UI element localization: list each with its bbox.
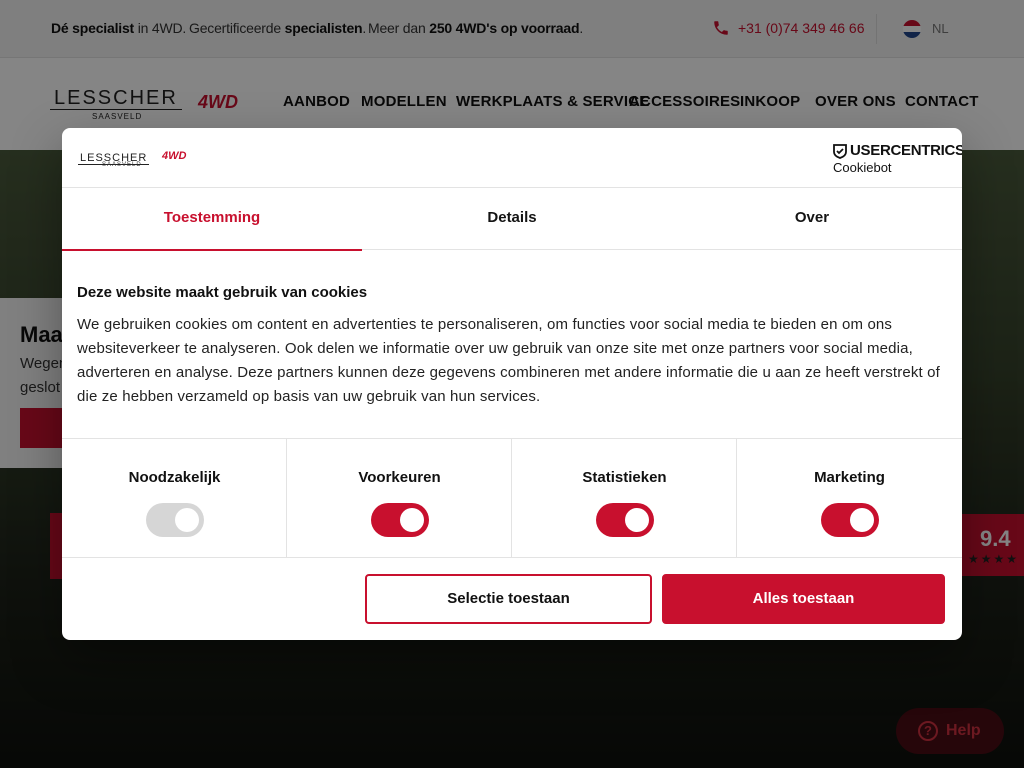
dialog-description: We gebruiken cookies om content en adver… — [77, 316, 940, 405]
category-marketing: Marketing — [737, 439, 962, 557]
tab-toestemming[interactable]: Toestemming — [62, 188, 362, 251]
category-voorkeuren: Voorkeuren — [287, 439, 512, 557]
toggle-knob — [625, 508, 649, 532]
toggle-noodzakelijk — [146, 503, 204, 537]
shield-check-icon — [833, 144, 847, 159]
dialog-title: Deze website maakt gebruik van cookies — [77, 284, 368, 301]
dialog-body: Deze website maakt gebruik van cookies W… — [77, 284, 947, 409]
toggle-knob — [175, 508, 199, 532]
dialog-header: LESSCHER SAASVELD 4WD USERCENTRICS Cooki… — [62, 128, 962, 188]
cookie-consent-dialog: LESSCHER SAASVELD 4WD USERCENTRICS Cooki… — [62, 128, 962, 640]
cookie-categories: Noodzakelijk Voorkeuren Statistieken Mar… — [62, 438, 962, 558]
tab-over[interactable]: Over — [662, 188, 962, 250]
tab-details[interactable]: Details — [362, 188, 662, 250]
dialog-tabs: Toestemming Details Over — [62, 188, 962, 251]
category-statistieken: Statistieken — [512, 439, 737, 557]
toggle-statistieken[interactable] — [596, 503, 654, 537]
category-noodzakelijk: Noodzakelijk — [62, 439, 287, 557]
toggle-marketing[interactable] — [821, 503, 879, 537]
toggle-knob — [400, 508, 424, 532]
dialog-site-logo: LESSCHER SAASVELD 4WD — [78, 150, 187, 168]
allow-selection-button[interactable]: Selectie toestaan — [365, 574, 652, 624]
allow-all-button[interactable]: Alles toestaan — [662, 574, 945, 624]
toggle-knob — [850, 508, 874, 532]
toggle-voorkeuren[interactable] — [371, 503, 429, 537]
